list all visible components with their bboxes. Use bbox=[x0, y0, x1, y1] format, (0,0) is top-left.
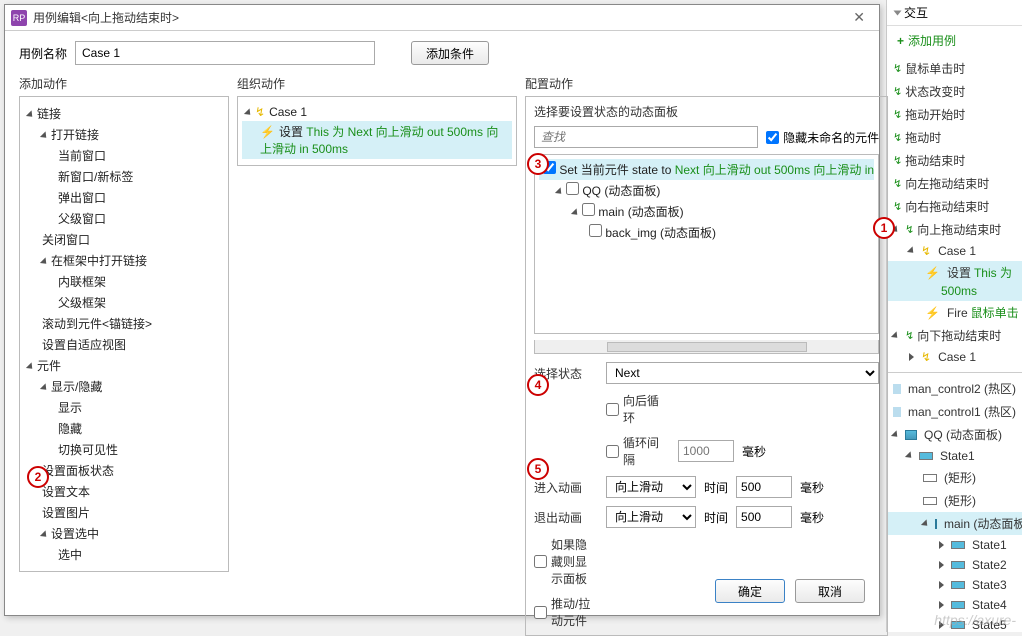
event-action-set[interactable]: ⚡设置 This 为500ms bbox=[887, 261, 1022, 301]
event-swipe-up-end[interactable]: ↯向上拖动结束时 bbox=[887, 218, 1022, 241]
outline-s2[interactable]: State2 bbox=[887, 555, 1022, 575]
wrap-checkbox[interactable]: 向后循环 bbox=[606, 392, 670, 426]
repeat-interval-input[interactable] bbox=[678, 440, 734, 462]
organize-tree[interactable]: ↯ Case 1 ⚡设置 This 为 Next 向上滑动 out 500ms 向… bbox=[238, 97, 516, 165]
case-name-input[interactable] bbox=[75, 41, 375, 65]
event-drag[interactable]: ↯拖动时 bbox=[887, 126, 1022, 149]
tree-close-window[interactable]: 关闭窗口 bbox=[24, 229, 224, 250]
outline-rect1[interactable]: (矩形) bbox=[887, 466, 1022, 489]
animate-out-time-input[interactable] bbox=[736, 506, 792, 528]
outline-s3[interactable]: State3 bbox=[887, 575, 1022, 595]
tree-open-in-frame[interactable]: 在框架中打开链接 bbox=[51, 254, 147, 268]
case-icon: ↯ bbox=[255, 105, 265, 119]
outline-man1[interactable]: man_control1 (热区) bbox=[887, 400, 1022, 423]
case-name-row: 用例名称 添加条件 bbox=[5, 31, 879, 75]
show-if-hidden-checkbox[interactable]: 如果隐藏则显示面板 bbox=[534, 536, 598, 587]
marker-3: 3 bbox=[527, 153, 549, 175]
add-case-link[interactable]: +添加用例 bbox=[887, 26, 1022, 55]
case-editor-dialog: RP 用例编辑<向上拖动结束时> ✕ 用例名称 添加条件 添加动作 链接 打开链… bbox=[4, 4, 880, 616]
tree-hide[interactable]: 隐藏 bbox=[24, 418, 224, 439]
outline-man2[interactable]: man_control2 (热区) bbox=[887, 377, 1022, 400]
qq-panel-row[interactable]: QQ (动态面板) bbox=[539, 180, 874, 201]
event-drag-start[interactable]: ↯拖动开始时 bbox=[887, 103, 1022, 126]
outline-rect2[interactable]: (矩形) bbox=[887, 489, 1022, 512]
case-name-label: 用例名称 bbox=[19, 45, 67, 62]
back-img-row[interactable]: back_img (动态面板) bbox=[539, 222, 874, 243]
config-header: 配置动作 bbox=[525, 75, 888, 96]
tree-show-hide[interactable]: 显示/隐藏 bbox=[51, 380, 102, 394]
tree-popup-window[interactable]: 弹出窗口 bbox=[24, 187, 224, 208]
add-condition-button[interactable]: 添加条件 bbox=[411, 41, 489, 65]
organize-header: 组织动作 bbox=[237, 75, 517, 96]
add-action-tree[interactable]: 链接 打开链接 当前窗口 新窗口/新标签 弹出窗口 父级窗口 关闭窗口 在框架中… bbox=[20, 97, 228, 571]
animate-in-label: 进入动画 bbox=[534, 479, 598, 496]
tree-set-text[interactable]: 设置文本 bbox=[24, 481, 224, 502]
bolt-icon: ⚡ bbox=[260, 125, 275, 139]
search-input[interactable] bbox=[534, 126, 758, 148]
animate-out-dropdown[interactable]: 向上滑动 bbox=[606, 506, 696, 528]
org-case1[interactable]: Case 1 bbox=[269, 105, 307, 119]
outline-s1[interactable]: State1 bbox=[887, 535, 1022, 555]
tree-parent-window[interactable]: 父级窗口 bbox=[24, 208, 224, 229]
event-down-case1[interactable]: ↯Case 1 bbox=[887, 347, 1022, 367]
tree-links[interactable]: 链接 bbox=[37, 107, 61, 121]
main-panel-row[interactable]: main (动态面板) bbox=[539, 201, 874, 222]
watermark: https://axure- bbox=[934, 612, 1016, 628]
outline-tree[interactable]: man_control2 (热区) man_control1 (热区) QQ (… bbox=[887, 372, 1022, 632]
marker-2: 2 bbox=[27, 466, 49, 488]
tree-new-window[interactable]: 新窗口/新标签 bbox=[24, 166, 224, 187]
event-drag-end[interactable]: ↯拖动结束时 bbox=[887, 149, 1022, 172]
push-pull-checkbox[interactable]: 推动/拉动元件 bbox=[534, 595, 598, 629]
tree-widgets[interactable]: 元件 bbox=[37, 359, 61, 373]
panel-tree[interactable]: Set 当前元件 state to Next 向上滑动 out 500ms 向上… bbox=[534, 154, 879, 334]
event-click[interactable]: ↯鼠标单击时 bbox=[887, 57, 1022, 80]
tree-toggle[interactable]: 切换可见性 bbox=[24, 439, 224, 460]
tree-adaptive[interactable]: 设置自适应视图 bbox=[24, 334, 224, 355]
tree-set-panel-state[interactable]: 设置面板状态 bbox=[24, 460, 224, 481]
event-case1[interactable]: ↯Case 1 bbox=[887, 241, 1022, 261]
close-icon[interactable]: ✕ bbox=[845, 9, 873, 26]
tree-selected[interactable]: 选中 bbox=[24, 544, 224, 565]
tree-inline-frame[interactable]: 内联框架 bbox=[24, 271, 224, 292]
event-swipe-right-end[interactable]: ↯向右拖动结束时 bbox=[887, 195, 1022, 218]
tree-show[interactable]: 显示 bbox=[24, 397, 224, 418]
ok-button[interactable]: 确定 bbox=[715, 579, 785, 603]
tree-set-selected[interactable]: 设置选中 bbox=[51, 527, 99, 541]
plus-icon: + bbox=[897, 34, 904, 48]
add-action-header: 添加动作 bbox=[19, 75, 229, 96]
tree-open-link[interactable]: 打开链接 bbox=[51, 128, 99, 142]
outline-state1[interactable]: State1 bbox=[887, 446, 1022, 466]
interactions-header[interactable]: 交互 bbox=[887, 0, 1022, 26]
event-swipe-down-end[interactable]: ↯向下拖动结束时 bbox=[887, 324, 1022, 347]
event-swipe-left-end[interactable]: ↯向左拖动结束时 bbox=[887, 172, 1022, 195]
repeat-checkbox[interactable]: 循环间隔 bbox=[606, 434, 670, 468]
tree-parent-frame[interactable]: 父级框架 bbox=[24, 292, 224, 313]
select-panel-label: 选择要设置状态的动态面板 bbox=[534, 103, 879, 120]
tree-current-window[interactable]: 当前窗口 bbox=[24, 145, 224, 166]
event-state-change[interactable]: ↯状态改变时 bbox=[887, 80, 1022, 103]
cancel-button[interactable]: 取消 bbox=[795, 579, 865, 603]
event-action-fire[interactable]: ⚡Fire 鼠标单击 bbox=[887, 301, 1022, 324]
titlebar: RP 用例编辑<向上拖动结束时> ✕ bbox=[5, 5, 879, 31]
horizontal-scrollbar[interactable] bbox=[534, 340, 879, 354]
hide-unnamed-checkbox[interactable]: 隐藏未命名的元件 bbox=[766, 129, 879, 146]
tree-set-image[interactable]: 设置图片 bbox=[24, 502, 224, 523]
set-current-row[interactable]: Set 当前元件 state to Next 向上滑动 out 500ms 向上… bbox=[539, 159, 874, 180]
animate-in-dropdown[interactable]: 向上滑动 bbox=[606, 476, 696, 498]
app-icon: RP bbox=[11, 10, 27, 26]
org-action-set[interactable]: ⚡设置 This 为 Next 向上滑动 out 500ms 向上滑动 in 5… bbox=[242, 121, 512, 159]
dialog-title: 用例编辑<向上拖动结束时> bbox=[33, 9, 179, 26]
outline-qq[interactable]: QQ (动态面板) bbox=[887, 423, 1022, 446]
marker-4: 4 bbox=[527, 374, 549, 396]
events-tree[interactable]: ↯鼠标单击时 ↯状态改变时 ↯拖动开始时 ↯拖动时 ↯拖动结束时 ↯向左拖动结束… bbox=[887, 55, 1022, 372]
animate-out-label: 退出动画 bbox=[534, 509, 598, 526]
outline-main[interactable]: main (动态面板 bbox=[887, 512, 1022, 535]
interactions-panel: 交互 +添加用例 ↯鼠标单击时 ↯状态改变时 ↯拖动开始时 ↯拖动时 ↯拖动结束… bbox=[886, 0, 1022, 632]
marker-5: 5 bbox=[527, 458, 549, 480]
marker-1: 1 bbox=[873, 217, 895, 239]
select-state-dropdown[interactable]: Next bbox=[606, 362, 879, 384]
animate-in-time-input[interactable] bbox=[736, 476, 792, 498]
tree-scroll-to[interactable]: 滚动到元件<锚链接> bbox=[24, 313, 224, 334]
